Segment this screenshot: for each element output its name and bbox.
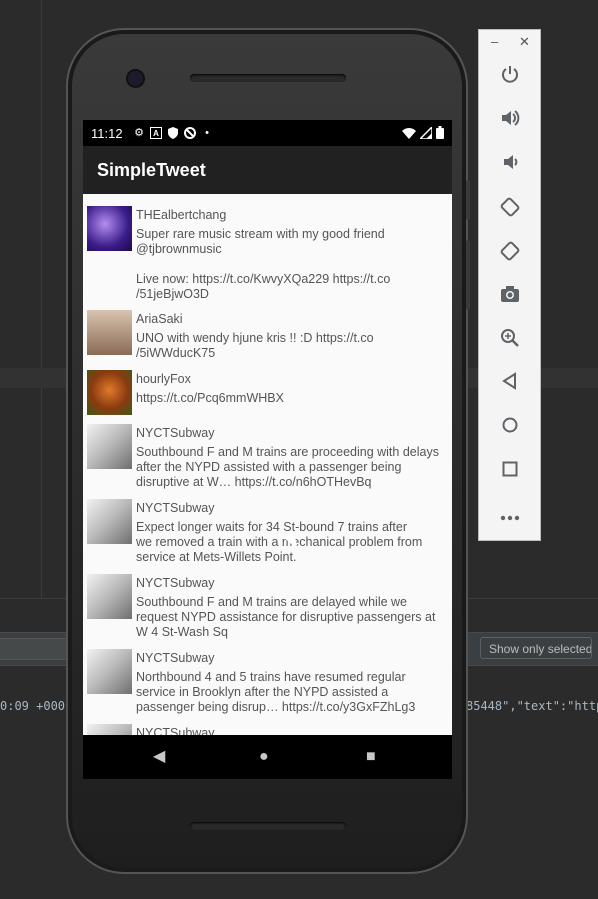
avatar[interactable] xyxy=(87,206,132,251)
log-line-left: 0:09 +000 xyxy=(0,699,66,713)
tweet-body: Southbound F and M trains are delayed wh… xyxy=(136,595,436,639)
tweet-handle: NYCTSubway xyxy=(136,651,215,665)
tweet-handle: NYCTSubway xyxy=(136,501,215,515)
home-icon[interactable] xyxy=(498,416,522,440)
volume-side-button xyxy=(466,240,470,310)
wifi-icon xyxy=(402,127,416,142)
dot-icon: • xyxy=(205,127,209,139)
battery-icon xyxy=(436,126,444,142)
tweet-body: Northbound 4 and 5 trains have resumed r… xyxy=(136,670,416,714)
overview-icon[interactable] xyxy=(498,460,522,484)
ide-divider xyxy=(41,0,42,598)
signal-icon xyxy=(418,124,433,142)
tweet-body: Southbound F and M trains are proceeding… xyxy=(136,445,439,489)
front-camera xyxy=(128,71,143,86)
avatar[interactable] xyxy=(87,649,132,694)
app-bar: SimpleTweet xyxy=(83,146,452,194)
earpiece-speaker xyxy=(190,74,346,82)
app-title: SimpleTweet xyxy=(97,160,206,180)
status-time: 11:12 xyxy=(91,126,123,141)
tweet-body: https://t.co/Pcq6mmWHBX xyxy=(136,391,284,405)
volume-down-icon[interactable] xyxy=(498,152,522,176)
minimize-icon[interactable]: – xyxy=(491,34,498,49)
recents-nav-icon[interactable]: ■ xyxy=(366,748,376,766)
tweet-handle: hourlyFox xyxy=(136,372,191,386)
volume-up-icon[interactable] xyxy=(498,108,522,132)
no-icon xyxy=(184,127,196,139)
home-nav-icon[interactable]: ● xyxy=(259,748,269,766)
a-icon: A xyxy=(150,127,162,139)
avatar[interactable] xyxy=(87,499,132,544)
power-side-button xyxy=(466,180,470,220)
power-icon[interactable] xyxy=(498,64,522,88)
zoom-icon[interactable] xyxy=(498,328,522,352)
avatar[interactable] xyxy=(87,424,132,469)
logcat-filter-input[interactable] xyxy=(0,638,71,660)
device-screen: 11:12 ⚙ A • SimpleTweet · xyxy=(83,120,452,735)
status-bar: 11:12 ⚙ A • xyxy=(83,120,452,146)
avatar[interactable] xyxy=(87,724,132,735)
tweet-body: UNO with wendy hjune kris !! :D https://… xyxy=(136,331,374,360)
close-icon[interactable]: ✕ xyxy=(519,34,530,50)
more-icon[interactable] xyxy=(498,504,522,528)
partial-previous-tweet: · · · · · · · xyxy=(136,194,186,198)
avatar[interactable] xyxy=(87,370,132,415)
gear-icon: ⚙ xyxy=(134,127,144,139)
tweet-feed[interactable]: · · · · · · · THEalbertchang Super rare … xyxy=(83,194,452,735)
back-icon[interactable] xyxy=(498,372,522,396)
rotate-right-icon[interactable] xyxy=(498,240,522,264)
back-nav-icon[interactable]: ◀ xyxy=(153,748,165,766)
log-line-right: 85448","text":"http xyxy=(466,699,598,713)
camera-icon[interactable] xyxy=(498,284,522,308)
tweet-body: Super rare music stream with my good fri… xyxy=(136,227,391,301)
tweet-handle: NYCTSubway xyxy=(136,576,215,590)
tweet-handle: NYCTSubway xyxy=(136,426,215,440)
rotate-left-icon[interactable] xyxy=(498,196,522,220)
bottom-speaker xyxy=(190,822,346,830)
avatar[interactable] xyxy=(87,310,132,355)
shield-icon xyxy=(167,127,179,139)
avatar[interactable] xyxy=(87,574,132,619)
tweet-handle: AriaSaki xyxy=(136,312,183,326)
show-only-selected-dropdown[interactable]: Show only selected a xyxy=(480,637,592,659)
tweet-handle: THEalbertchang xyxy=(136,208,227,222)
tweet-handle: NYCTSubway xyxy=(136,726,215,735)
nav-bar: ◀ ● ■ xyxy=(83,735,452,779)
emulator-panel: – ✕ xyxy=(478,29,541,541)
